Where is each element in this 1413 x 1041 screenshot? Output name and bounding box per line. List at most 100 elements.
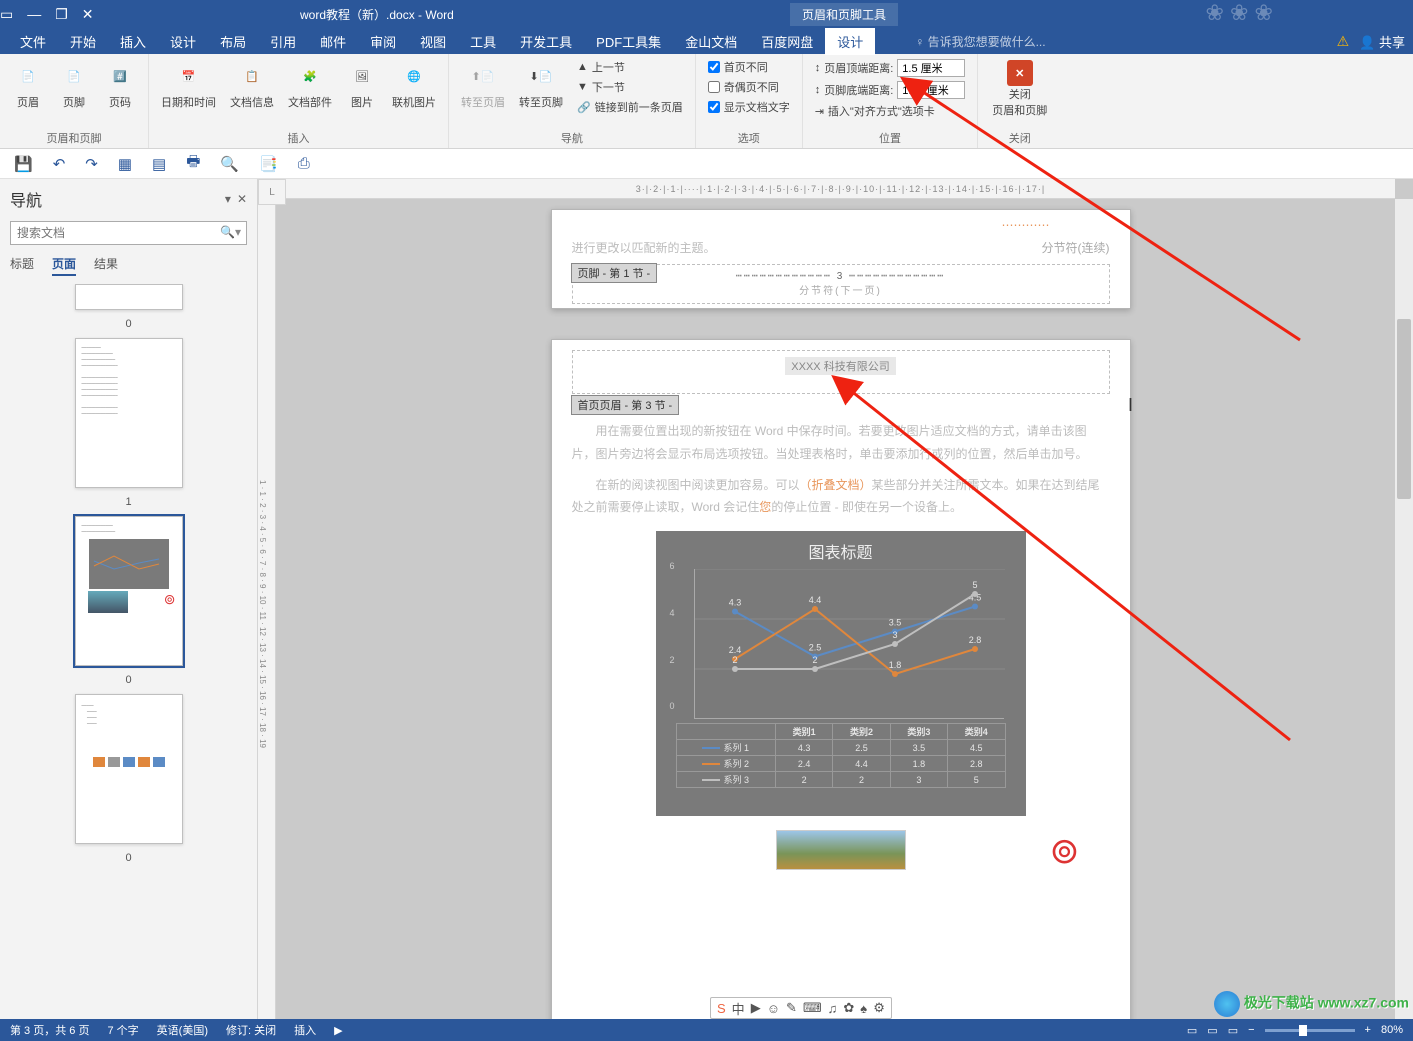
nav-tab-headings[interactable]: 标题: [10, 255, 34, 276]
tab-references[interactable]: 引用: [258, 28, 308, 55]
tab-design[interactable]: 设计: [158, 28, 208, 55]
tell-me-input[interactable]: ♀ 告诉我您想要做什么...: [915, 33, 1045, 50]
tab-pdf[interactable]: PDF工具集: [584, 28, 673, 55]
ime-logo-icon[interactable]: S: [717, 1001, 726, 1016]
horizontal-ruler[interactable]: 3·|·2·|·1·|····|·1·|·2·|·3·|·4·|·5·|·6·|…: [286, 179, 1395, 199]
status-track-changes[interactable]: 修订: 关闭: [226, 1022, 276, 1038]
tab-home[interactable]: 开始: [58, 28, 108, 55]
ribbon-display-options-icon[interactable]: ▭: [0, 6, 13, 23]
nav-tab-results[interactable]: 结果: [94, 255, 118, 276]
tab-view[interactable]: 视图: [408, 28, 458, 55]
ime-item[interactable]: ▶: [751, 1000, 761, 1016]
close-window-button[interactable]: ✕: [82, 6, 94, 23]
nav-dropdown-icon[interactable]: ▾: [225, 192, 231, 206]
embedded-image[interactable]: [776, 830, 906, 870]
close-header-footer-button[interactable]: ✕ 关闭 页眉和页脚: [986, 58, 1053, 128]
page-thumb[interactable]: ━━━━━ ━━━━ ━━━━ ━━━━: [75, 694, 183, 844]
ime-item[interactable]: ♫: [828, 1001, 838, 1016]
body-paragraph: 用在需要位置出现的新按钮在 Word 中保存时间。若要更改图片适应文档的方式，请…: [572, 420, 1110, 466]
ime-item[interactable]: ✎: [786, 1000, 797, 1016]
next-section-button[interactable]: ▼ 下一节: [573, 78, 687, 96]
qat-btn-4[interactable]: ▦: [118, 155, 132, 173]
web-layout-button[interactable]: ▭: [1228, 1024, 1238, 1037]
prev-section-button[interactable]: ▲ 上一节: [573, 58, 687, 76]
header-button[interactable]: 📄页眉: [8, 58, 48, 128]
save-button[interactable]: 💾: [14, 155, 33, 173]
zoom-in-button[interactable]: +: [1365, 1024, 1371, 1036]
redo-button[interactable]: ↷: [85, 155, 98, 173]
tab-tools[interactable]: 工具: [458, 28, 508, 55]
status-insert-mode[interactable]: 插入: [294, 1022, 316, 1038]
status-page[interactable]: 第 3 页，共 6 页: [10, 1022, 89, 1038]
tab-file[interactable]: 文件: [8, 28, 58, 55]
tab-baidu[interactable]: 百度网盘: [749, 28, 825, 55]
document-page[interactable]: ⋯⋯⋯⋯ 进行更改以匹配新的主题。分节符(连续) 页脚 - 第 1 节 - ┅┅…: [551, 209, 1131, 309]
vertical-ruler[interactable]: 1 · 1 · 2 · 3 · 4 · 5 · 6 · 7 · 8 · 9 · …: [258, 205, 276, 1019]
document-info-button[interactable]: 📋文档信息: [226, 58, 278, 128]
vertical-scrollbar[interactable]: [1395, 199, 1413, 1019]
goto-header-button[interactable]: ⬆📄转至页眉: [457, 58, 509, 128]
goto-footer-button[interactable]: ⬇📄转至页脚: [515, 58, 567, 128]
minimize-button[interactable]: —: [27, 6, 41, 22]
share-button[interactable]: 👤 共享: [1359, 32, 1405, 51]
read-mode-button[interactable]: ▭: [1187, 1024, 1197, 1037]
tab-dev[interactable]: 开发工具: [508, 28, 584, 55]
search-icon[interactable]: 🔍▾: [220, 225, 241, 239]
page-thumb[interactable]: ━━━━━━━━━━━━━━━━━━━━━━━━━━━━━━━━━━━━━━━━…: [75, 338, 183, 488]
zoom-out-button[interactable]: −: [1248, 1024, 1254, 1036]
page-thumb-selected[interactable]: ━━━━━━━━━━━━━━━━━━━━━━━━━━━ ⊚: [75, 516, 183, 666]
restore-button[interactable]: ❐: [55, 6, 68, 23]
macro-record-icon[interactable]: ▶: [334, 1024, 342, 1037]
ime-keyboard-button[interactable]: ⌨: [803, 1000, 822, 1016]
ime-item[interactable]: ✿: [843, 1000, 854, 1016]
different-first-page-checkbox[interactable]: 首页不同: [704, 58, 794, 76]
ime-item[interactable]: ♠: [860, 1001, 867, 1016]
print-preview-button[interactable]: 🖶: [186, 151, 200, 176]
nav-search-input[interactable]: [10, 221, 247, 245]
warning-icon[interactable]: ⚠: [1337, 33, 1350, 50]
undo-button[interactable]: ↶: [53, 155, 66, 173]
page-number-button[interactable]: #️⃣页码: [100, 58, 140, 128]
ime-toolbar[interactable]: S 中 ▶ ☺ ✎ ⌨ ♫ ✿ ♠ ⚙: [710, 997, 892, 1019]
print-layout-button[interactable]: ▭: [1207, 1024, 1217, 1037]
thumbnail-list[interactable]: 0 ━━━━━━━━━━━━━━━━━━━━━━━━━━━━━━━━━━━━━━…: [10, 284, 247, 984]
different-odd-even-checkbox[interactable]: 奇偶页不同: [704, 78, 794, 96]
zoom-button[interactable]: 🔍: [220, 155, 239, 173]
tab-insert[interactable]: 插入: [108, 28, 158, 55]
embedded-chart[interactable]: 图表标题 6420 4.32.53.54.52.44.41.82.82235 类…: [656, 531, 1026, 816]
qat-btn-8[interactable]: 📑: [259, 155, 278, 173]
datetime-button[interactable]: 📅日期和时间: [157, 58, 220, 128]
zoom-slider[interactable]: [1265, 1029, 1355, 1032]
link-previous-button[interactable]: 🔗 链接到前一条页眉: [573, 98, 687, 116]
nav-tab-pages[interactable]: 页面: [52, 255, 76, 276]
svg-text:2.4: 2.4: [728, 645, 741, 655]
ime-lang-button[interactable]: 中: [732, 999, 745, 1018]
tab-hf-design[interactable]: 设计: [825, 28, 875, 55]
tab-layout[interactable]: 布局: [208, 28, 258, 55]
status-language[interactable]: 英语(美国): [157, 1022, 208, 1038]
document-scroll[interactable]: ⋯⋯⋯⋯ 进行更改以匹配新的主题。分节符(连续) 页脚 - 第 1 节 - ┅┅…: [286, 199, 1395, 1019]
calendar-icon: 📅: [173, 60, 205, 92]
insert-align-tab-button[interactable]: ⇥ 插入"对齐方式"选项卡: [811, 102, 970, 120]
tab-wps[interactable]: 金山文档: [673, 28, 749, 55]
show-doc-text-checkbox[interactable]: 显示文档文字: [704, 98, 794, 116]
status-word-count[interactable]: 7 个字: [107, 1022, 138, 1038]
header-top-input[interactable]: [897, 59, 965, 77]
online-picture-button[interactable]: 🌐联机图片: [388, 58, 440, 128]
footer-bottom-input[interactable]: [897, 81, 965, 99]
quick-parts-button[interactable]: 🧩文档部件: [284, 58, 336, 128]
qat-btn-9[interactable]: ⎙: [298, 155, 310, 172]
header-content[interactable]: XXXX 科技有限公司: [785, 357, 895, 375]
document-page[interactable]: XXXX 科技有限公司 首页页眉 - 第 3 节 - 用在需要位置出现的新按钮在…: [551, 339, 1131, 1019]
picture-button[interactable]: 🖼图片: [342, 58, 382, 128]
footer-button[interactable]: 📄页脚: [54, 58, 94, 128]
ime-emoji-button[interactable]: ☺: [767, 1001, 780, 1016]
qat-btn-5[interactable]: ▤: [152, 155, 166, 173]
tab-review[interactable]: 审阅: [358, 28, 408, 55]
ruler-corner[interactable]: L: [258, 179, 286, 205]
ime-settings-button[interactable]: ⚙: [873, 1000, 885, 1016]
page-thumb[interactable]: [75, 284, 183, 310]
nav-close-icon[interactable]: ✕: [237, 192, 247, 206]
tab-mailings[interactable]: 邮件: [308, 28, 358, 55]
zoom-level[interactable]: 80%: [1381, 1024, 1403, 1036]
